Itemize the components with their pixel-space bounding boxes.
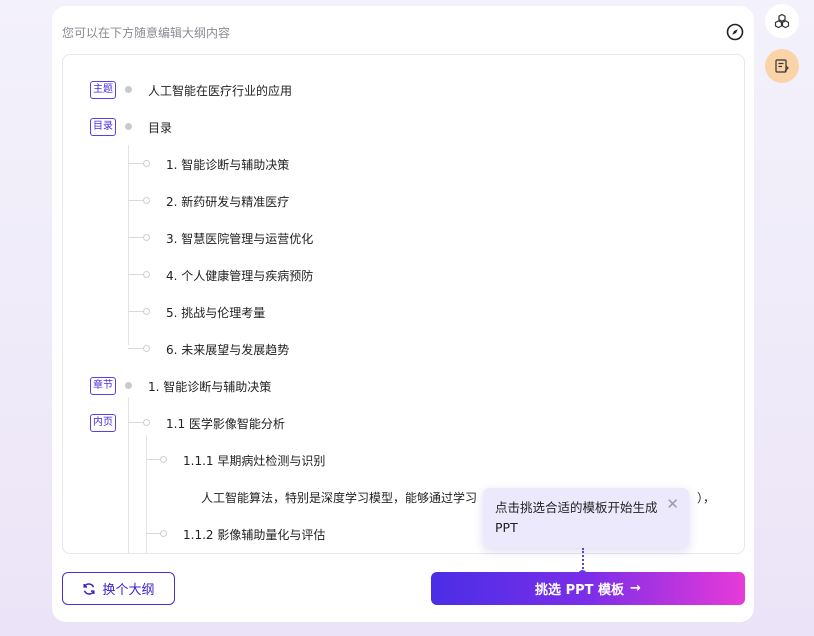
- branch-line: [128, 348, 144, 349]
- outline-dot: [125, 86, 132, 93]
- pick-template-label: 挑选 PPT 模板: [535, 583, 625, 598]
- toc-text[interactable]: 目录: [148, 119, 172, 136]
- branch-line: [128, 200, 144, 201]
- toc-item-label[interactable]: 3. 智慧医院管理与运营优化: [166, 230, 313, 247]
- branch-line: [128, 422, 144, 423]
- outline-dot: [143, 308, 150, 315]
- switch-outline-button[interactable]: 换个大纲: [62, 572, 175, 605]
- outline-dot: [160, 456, 167, 463]
- toc-item[interactable]: 6. 未来展望与发展趋势: [63, 337, 744, 361]
- toc-item-label[interactable]: 1. 智能诊断与辅助决策: [166, 156, 289, 173]
- topic-text[interactable]: 人工智能在医疗行业的应用: [148, 82, 292, 99]
- cubes-icon: [774, 13, 790, 29]
- outline-doc-icon: [775, 59, 789, 73]
- toc-item-label[interactable]: 2. 新药研发与精准医疗: [166, 193, 289, 210]
- outline-dot: [125, 382, 132, 389]
- toc-item-label[interactable]: 4. 个人健康管理与疾病预防: [166, 267, 313, 284]
- outline-row-chapter[interactable]: 章节 1. 智能诊断与辅助决策: [63, 374, 744, 398]
- sub-text[interactable]: 1.1.1 早期病灶检测与识别: [183, 452, 325, 469]
- outline-dot: [143, 234, 150, 241]
- outline-dot: [143, 419, 150, 426]
- close-icon[interactable]: ✕: [666, 497, 679, 512]
- toc-item-label[interactable]: 5. 挑战与伦理考量: [166, 304, 265, 321]
- outline-doc-button[interactable]: [765, 49, 799, 83]
- page-text[interactable]: 1.1 医学影像智能分析: [166, 415, 285, 432]
- sub-text[interactable]: 1.1.2 影像辅助量化与评估: [183, 526, 325, 543]
- edit-hint: 您可以在下方随意编辑大纲内容: [62, 26, 231, 40]
- branch-line: [146, 533, 161, 534]
- outline-row-topic[interactable]: 主题 人工智能在医疗行业的应用: [63, 78, 744, 102]
- outline-dot: [125, 123, 132, 130]
- branch-line: [128, 311, 144, 312]
- branch-line: [146, 459, 161, 460]
- outline-dot: [143, 271, 150, 278]
- topic-badge: 主题: [90, 81, 116, 99]
- generate-tooltip: 点击挑选合适的模板开始生成PPT ✕: [483, 488, 689, 548]
- outline-row-sub[interactable]: 1.1.1 早期病灶检测与识别: [63, 448, 744, 472]
- toc-item[interactable]: 3. 智慧医院管理与运营优化: [63, 226, 744, 250]
- pick-template-button[interactable]: 挑选 PPT 模板 →: [431, 572, 745, 605]
- toc-item[interactable]: 2. 新药研发与精准医疗: [63, 189, 744, 213]
- tooltip-text: 点击挑选合适的模板开始生成PPT: [495, 500, 658, 535]
- outline-dot: [143, 160, 150, 167]
- paragraph-text[interactable]: 人工智能算法，特别是深度学习模型，能够通过学习: [201, 489, 477, 506]
- outline-dot: [143, 345, 150, 352]
- outline-editor[interactable]: 主题 人工智能在医疗行业的应用 目录 目录 1. 智能诊断与辅助决策 2. 新药…: [62, 54, 745, 554]
- toc-item-label[interactable]: 6. 未来展望与发展趋势: [166, 341, 289, 358]
- toc-item[interactable]: 1. 智能诊断与辅助决策: [63, 152, 744, 176]
- toc-badge: 目录: [90, 118, 116, 136]
- toc-item[interactable]: 4. 个人健康管理与疾病预防: [63, 263, 744, 287]
- outline-row-page[interactable]: 内页 1.1 医学影像智能分析: [63, 411, 744, 435]
- refresh-icon: [83, 582, 96, 595]
- paragraph-tail: ），: [697, 491, 716, 505]
- branch-line: [128, 237, 144, 238]
- cubes-button[interactable]: [765, 4, 799, 38]
- chapter-badge: 章节: [90, 377, 116, 395]
- outline-card: 您可以在下方随意编辑大纲内容 主题 人工智能在医疗行业的应用 目录 目录 1. …: [52, 6, 754, 622]
- arrow-right-icon: →: [630, 581, 641, 596]
- compass-icon[interactable]: [726, 23, 744, 41]
- outline-row-toc[interactable]: 目录 目录: [63, 115, 744, 139]
- outline-dot: [160, 530, 167, 537]
- branch-line: [128, 274, 144, 275]
- switch-outline-label: 换个大纲: [102, 583, 155, 598]
- branch-line: [128, 163, 144, 164]
- chapter-text[interactable]: 1. 智能诊断与辅助决策: [148, 378, 271, 395]
- outline-dot: [143, 197, 150, 204]
- toc-item[interactable]: 5. 挑战与伦理考量: [63, 300, 744, 324]
- page-badge: 内页: [90, 414, 116, 432]
